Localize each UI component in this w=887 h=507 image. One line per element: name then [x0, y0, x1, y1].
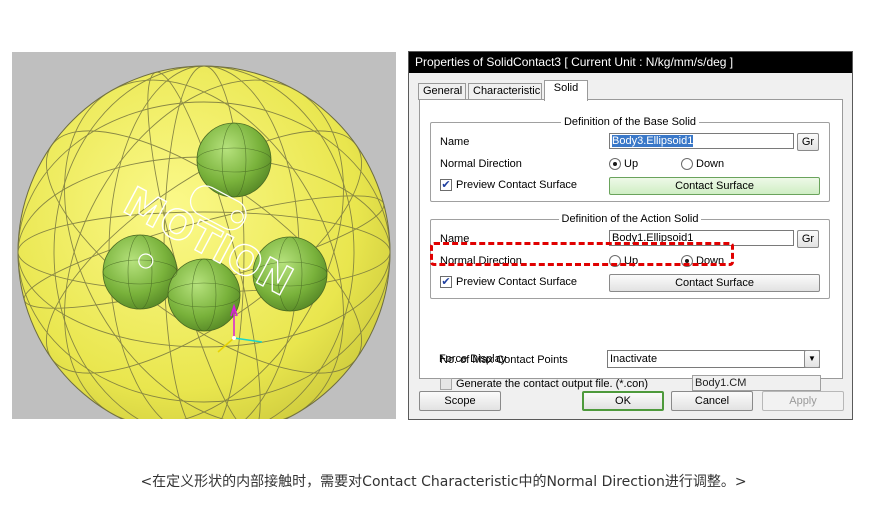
scope-button[interactable]: Scope	[419, 391, 501, 411]
force-display-dropdown-button[interactable]: ▼	[804, 350, 820, 368]
solid-tab-panel: Definition of the Base Solid Name Body3.…	[419, 99, 843, 391]
force-display-select[interactable]: Inactivate	[607, 350, 820, 368]
action-up-radio[interactable]	[609, 255, 621, 267]
tab-solid[interactable]: Solid	[544, 80, 588, 101]
cancel-button[interactable]: Cancel	[671, 391, 753, 411]
base-down-label: Down	[696, 158, 725, 170]
action-normal-direction-label: Normal Direction	[440, 255, 522, 267]
base-normal-direction-label: Normal Direction	[440, 158, 522, 170]
base-gr-button[interactable]: Gr	[797, 133, 819, 151]
base-up-label: Up	[624, 158, 639, 170]
base-solid-group-title: Definition of the Base Solid	[560, 116, 700, 128]
output-file-label: Generate the contact output file. (*.con…	[456, 378, 649, 390]
output-file-checkbox[interactable]	[440, 378, 452, 390]
base-name-label: Name	[440, 136, 470, 148]
force-display-label: Force Display	[439, 353, 507, 365]
dialog-title[interactable]: Properties of SolidContact3 [ Current Un…	[409, 52, 852, 73]
action-preview-label: Preview Contact Surface	[456, 276, 578, 288]
output-file-name-field[interactable]: Body1.CM	[692, 375, 821, 391]
ok-button[interactable]: OK	[582, 391, 664, 411]
action-name-label: Name	[440, 233, 470, 245]
apply-button[interactable]: Apply	[762, 391, 844, 411]
figure-caption: <在定义形状的内部接触时，需要对Contact Characteristic中的…	[140, 474, 747, 490]
base-name-field[interactable]: Body3.Ellipsoid1	[609, 133, 794, 149]
action-contact-surface-button[interactable]: Contact Surface	[609, 274, 820, 292]
chevron-down-icon: ▼	[808, 354, 816, 363]
action-gr-button[interactable]: Gr	[797, 230, 819, 248]
action-solid-group: Definition of the Action Solid Name Body…	[430, 213, 830, 299]
base-down-radio[interactable]	[681, 158, 693, 170]
action-name-field[interactable]: Body1.Ellipsoid1	[609, 230, 794, 246]
base-preview-label: Preview Contact Surface	[456, 179, 578, 191]
action-down-label: Down	[696, 255, 725, 267]
action-preview-checkbox[interactable]: ✔	[440, 276, 452, 288]
scene-svg: MOTION	[17, 65, 391, 419]
3d-viewport[interactable]: MOTION	[12, 52, 396, 419]
base-contact-surface-button[interactable]: Contact Surface	[609, 177, 820, 195]
base-preview-checkbox[interactable]: ✔	[440, 179, 452, 191]
tab-characteristic[interactable]: Characteristic	[468, 83, 542, 100]
base-solid-group: Definition of the Base Solid Name Body3.…	[430, 116, 830, 202]
action-up-label: Up	[624, 255, 639, 267]
base-up-radio[interactable]	[609, 158, 621, 170]
action-down-radio[interactable]	[681, 255, 693, 267]
properties-dialog: Properties of SolidContact3 [ Current Un…	[408, 51, 853, 420]
tab-general[interactable]: General	[418, 83, 466, 100]
action-solid-group-title: Definition of the Action Solid	[558, 213, 702, 225]
inner-sphere-left[interactable]	[102, 234, 178, 310]
